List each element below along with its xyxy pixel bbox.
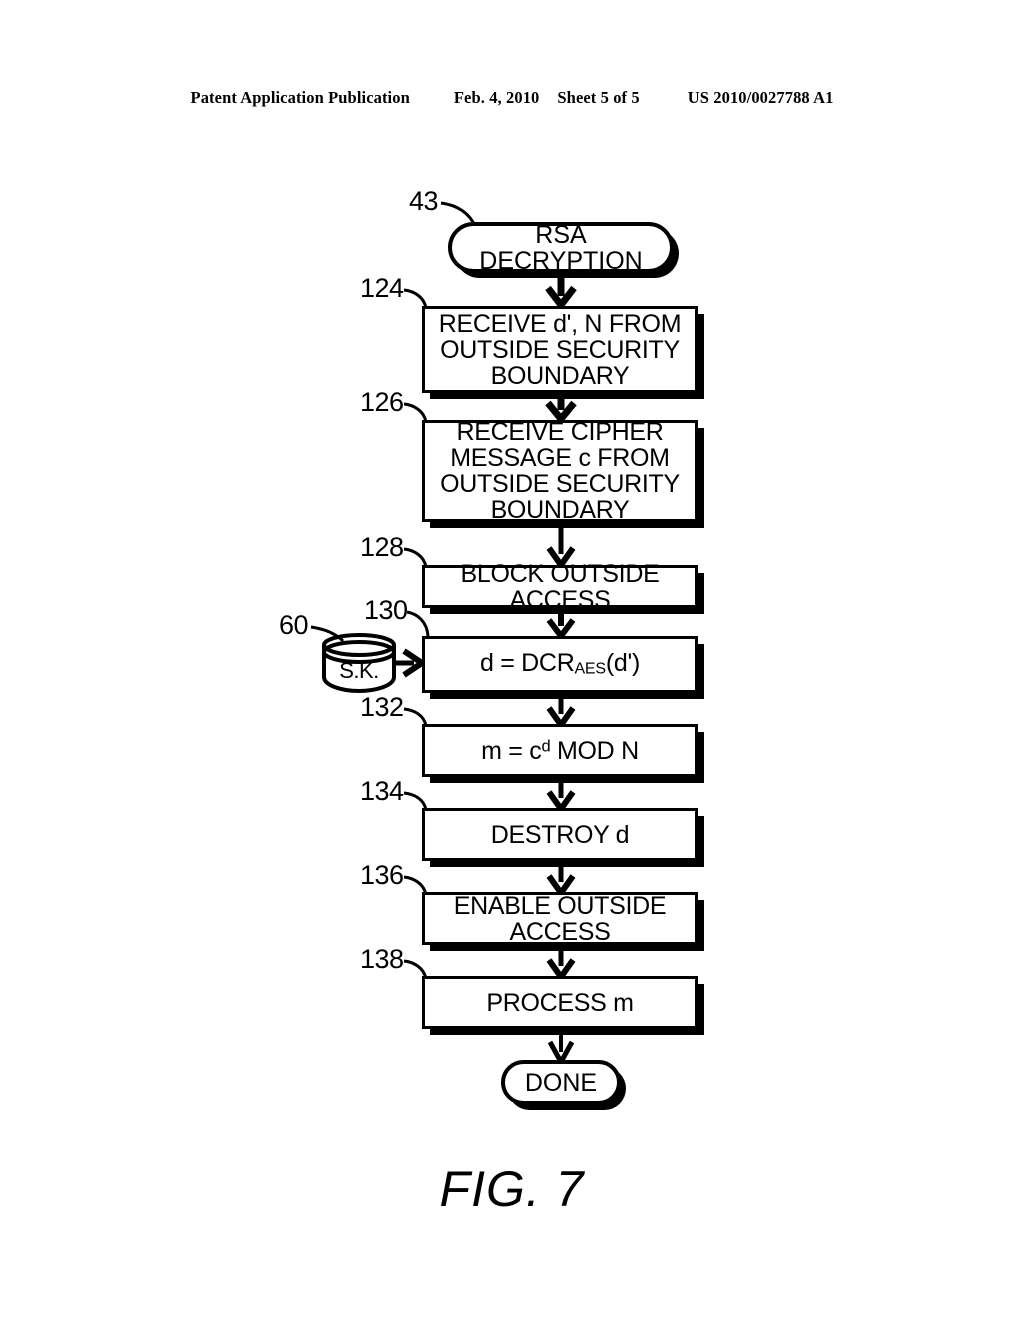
node-start-rsa-decryption: RSA DECRYPTION — [448, 220, 674, 275]
patent-figure-7: 43 124 126 128 130 60 132 134 136 138 S.… — [0, 0, 1024, 1320]
ref-numeral-128: 128 — [360, 532, 404, 562]
ref-numeral-136: 136 — [360, 860, 404, 890]
arrow-136-to-138 — [546, 945, 576, 983]
node-done: DONE — [501, 1060, 621, 1105]
node-132-modular-exponentiation: m = cd MOD N — [422, 724, 698, 777]
arrow-134-to-136 — [546, 861, 576, 899]
arrow-126-to-128 — [546, 522, 576, 571]
arrow-keystore-to-130 — [394, 648, 428, 678]
node-130-label-suffix: (d') — [605, 649, 641, 678]
node-start-label: RSA DECRYPTION — [479, 220, 643, 275]
node-124-label: RECEIVE d', N FROM OUTSIDE SECURITY BOUN… — [438, 309, 682, 390]
arrow-130-to-132 — [546, 693, 576, 731]
node-134-label: DESTROY d — [490, 820, 630, 849]
ref-numeral-138: 138 — [360, 944, 404, 974]
arrow-138-to-done — [547, 1029, 575, 1068]
arrow-start-to-124 — [545, 272, 577, 311]
node-132-label-prefix: m = c — [481, 736, 542, 765]
node-126-label: RECEIVE CIPHER MESSAGE c FROM OUTSIDE SE… — [440, 418, 680, 524]
node-126-receive-cipher-message: RECEIVE CIPHER MESSAGE c FROM OUTSIDE SE… — [422, 418, 698, 524]
node-132-label: m = cd MOD N — [473, 736, 647, 765]
ref-numeral-130: 130 — [364, 595, 408, 625]
node-130-label-subscript: AES — [574, 660, 606, 678]
node-132-label-suffix: MOD N — [550, 736, 639, 765]
keystore-label: S.K. — [339, 658, 379, 683]
node-128-label: BLOCK OUTSIDE ACCESS — [460, 559, 660, 614]
node-130-label: d = DCRAES(d') — [472, 650, 648, 678]
ref-numeral-60: 60 — [279, 610, 309, 640]
node-done-label: DONE — [524, 1068, 598, 1097]
node-124-receive-d-n: RECEIVE d', N FROM OUTSIDE SECURITY BOUN… — [422, 306, 698, 393]
node-130-aes-decrypt-d: d = DCRAES(d') — [422, 636, 698, 693]
node-138-label: PROCESS m — [486, 988, 634, 1017]
leader-line-130 — [406, 610, 430, 637]
node-136-label: ENABLE OUTSIDE ACCESS — [453, 891, 667, 946]
ref-numeral-43: 43 — [409, 186, 439, 216]
node-130-label-prefix: d = DCR — [479, 649, 575, 678]
arrow-132-to-134 — [546, 777, 576, 815]
node-134-destroy-d: DESTROY d — [422, 808, 698, 861]
ref-numeral-134: 134 — [360, 776, 404, 806]
arrow-124-to-126 — [545, 393, 577, 425]
keystore-secret-key: S.K. — [322, 636, 396, 692]
ref-numeral-132: 132 — [360, 692, 404, 722]
ref-numeral-124: 124 — [360, 273, 404, 303]
node-138-process-m: PROCESS m — [422, 976, 698, 1029]
figure-caption: FIG. 7 — [439, 1161, 585, 1217]
node-128-block-outside-access: BLOCK OUTSIDE ACCESS — [422, 561, 698, 613]
node-136-enable-outside-access: ENABLE OUTSIDE ACCESS — [422, 892, 698, 945]
ref-numeral-126: 126 — [360, 387, 404, 417]
